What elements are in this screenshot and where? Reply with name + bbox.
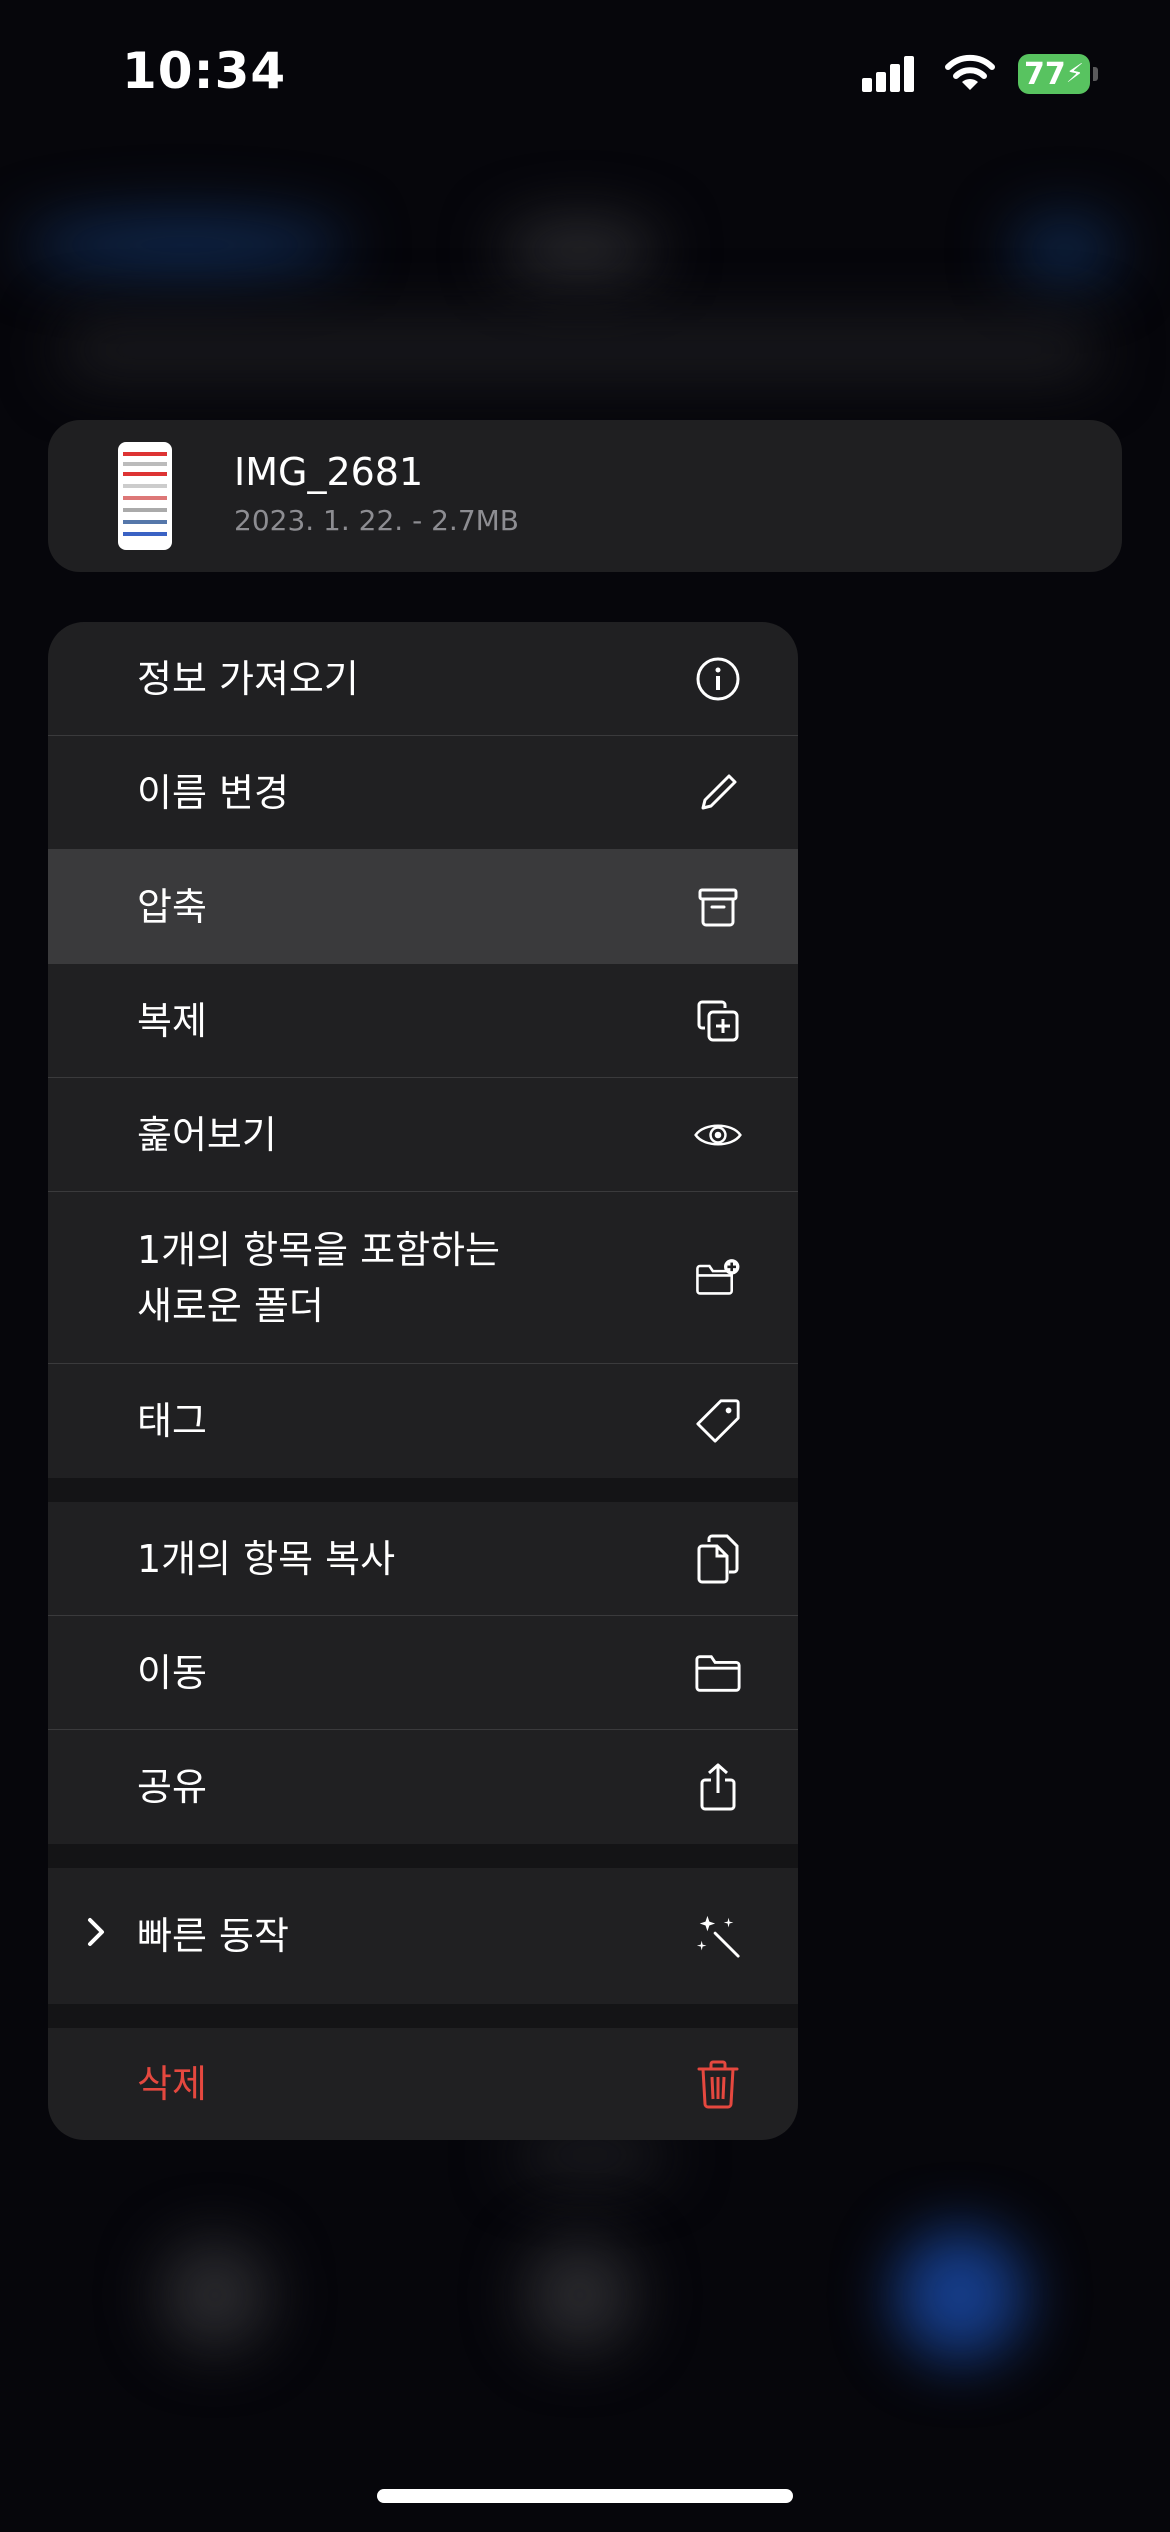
menu-item-get-info[interactable]: 정보 가져오기 xyxy=(48,622,798,736)
menu-item-label: 공유 xyxy=(137,1765,207,1809)
background-blur xyxy=(160,2240,270,2350)
menu-item-rename[interactable]: 이름 변경 xyxy=(48,736,798,850)
wifi-icon xyxy=(945,54,995,90)
copy-doc-icon xyxy=(694,1534,742,1583)
chevron-right-icon xyxy=(86,1916,106,1957)
menu-item-duplicate[interactable]: 복제 xyxy=(48,964,798,1078)
battery-icon: 77 ⚡ xyxy=(1018,54,1098,94)
menu-item-label: 이동 xyxy=(137,1650,207,1695)
menu-item-quick-look[interactable]: 훑어보기 xyxy=(48,1078,798,1192)
file-meta: 2023. 1. 22. - 2.7MB xyxy=(234,504,520,537)
menu-item-label: 빠른 동작 xyxy=(137,1914,289,1958)
status-icons: 77 ⚡ xyxy=(862,54,1098,94)
home-indicator[interactable] xyxy=(377,2489,793,2503)
file-name: IMG_2681 xyxy=(234,450,424,494)
background-blur xyxy=(20,215,350,275)
menu-group-separator xyxy=(48,2004,798,2028)
archive-box-icon xyxy=(694,883,742,931)
menu-item-label: 태그 xyxy=(137,1399,207,1443)
cellular-signal-icon xyxy=(862,56,914,92)
menu-item-share[interactable]: 공유 xyxy=(48,1730,798,1844)
context-menu: 정보 가져오기 이름 변경 압축 복제 훑어보기 1개의 항목을 포함하는 새로… xyxy=(48,622,798,2140)
duplicate-plus-icon xyxy=(694,997,742,1045)
status-time: 10:34 xyxy=(122,42,287,100)
trash-icon xyxy=(694,2060,742,2109)
menu-item-label: 1개의 항목 복사 xyxy=(137,1536,396,1581)
menu-item-compress[interactable]: 압축 xyxy=(48,850,798,964)
pencil-icon xyxy=(694,769,742,817)
menu-group-separator xyxy=(48,1478,798,1502)
menu-item-label: 삭제 xyxy=(137,2062,207,2106)
menu-group-separator xyxy=(48,1844,798,1868)
share-icon xyxy=(694,1763,742,1811)
file-preview-card[interactable]: IMG_2681 2023. 1. 22. - 2.7MB xyxy=(48,420,1122,572)
menu-item-new-folder-with-item[interactable]: 1개의 항목을 포함하는 새로운 폴더 xyxy=(48,1192,798,1364)
menu-item-label: 이름 변경 xyxy=(137,770,289,815)
menu-item-quick-actions[interactable]: 빠른 동작 xyxy=(48,1868,798,2004)
background-blur xyxy=(500,220,660,280)
menu-item-copy-item[interactable]: 1개의 항목 복사 xyxy=(48,1502,798,1616)
tag-icon xyxy=(694,1397,742,1445)
folder-plus-icon xyxy=(694,1254,742,1302)
magic-wand-icon xyxy=(694,1912,742,1960)
background-blur xyxy=(60,320,1100,380)
background-blur xyxy=(525,2240,635,2350)
background-blur xyxy=(895,2230,1025,2360)
info-circle-icon xyxy=(694,655,742,703)
menu-item-delete[interactable]: 삭제 xyxy=(48,2028,798,2140)
menu-item-label: 1개의 항목을 포함하는 새로운 폴더 xyxy=(137,1227,500,1328)
menu-item-tags[interactable]: 태그 xyxy=(48,1364,798,1478)
menu-item-label: 복제 xyxy=(137,998,207,1043)
eye-icon xyxy=(694,1111,742,1159)
menu-item-label: 훑어보기 xyxy=(137,1112,277,1157)
background-blur xyxy=(1010,215,1120,285)
menu-item-label: 압축 xyxy=(137,884,207,929)
folder-icon xyxy=(694,1649,742,1697)
menu-item-label: 정보 가져오기 xyxy=(137,656,359,701)
file-thumbnail xyxy=(118,442,172,550)
battery-level: 77 xyxy=(1023,56,1066,92)
menu-item-move[interactable]: 이동 xyxy=(48,1616,798,1730)
